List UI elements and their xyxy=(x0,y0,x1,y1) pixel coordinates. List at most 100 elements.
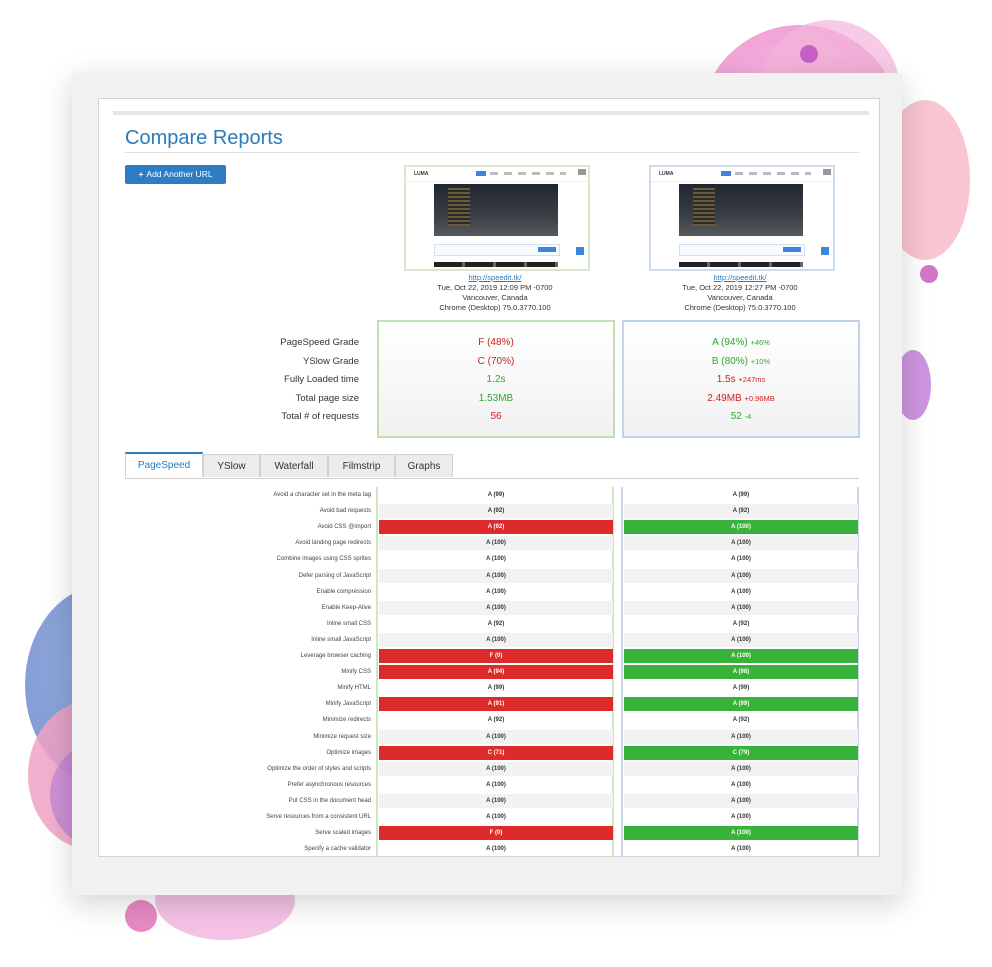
report-b-meta: http://speedit.tk/ Tue, Oct 22, 2019 12:… xyxy=(645,273,835,313)
report-b-thumbnail[interactable]: LUMA xyxy=(649,165,835,271)
rule-grade-b[interactable]: A (100) xyxy=(624,585,858,599)
report-a-url[interactable]: http://speedit.tk/ xyxy=(400,273,590,283)
rule-grade-b[interactable]: A (100) xyxy=(624,793,858,808)
rule-grade-b[interactable]: A (100) xyxy=(624,649,858,663)
table-row: Inline small CSS A (92) A (92) xyxy=(99,616,879,632)
rule-grade-b[interactable]: A (100) xyxy=(624,729,858,744)
rule-grade-b[interactable]: A (98) xyxy=(624,665,858,680)
rule-grade-a[interactable]: A (92) xyxy=(379,617,613,631)
rule-grade-b[interactable]: A (99) xyxy=(624,697,858,712)
summary-value: 1.53MB xyxy=(379,390,613,409)
rule-grade-a[interactable]: A (100) xyxy=(379,810,613,824)
report-a-date: Tue, Oct 22, 2019 12:09 PM -0700 xyxy=(437,283,553,292)
rule-grade-a[interactable]: A (100) xyxy=(379,793,613,808)
rule-grade-b[interactable]: A (100) xyxy=(624,632,858,647)
rule-grade-b[interactable]: A (99) xyxy=(624,681,858,695)
rule-name: Minimize redirects xyxy=(322,717,371,724)
rule-grade-a[interactable]: A (100) xyxy=(379,600,613,615)
table-row: Minify HTML A (99) A (99) xyxy=(99,680,879,696)
thumb-building xyxy=(448,188,470,226)
add-another-url-button[interactable]: + Add Another URL xyxy=(125,165,226,184)
rule-name: Inline small CSS xyxy=(326,620,371,627)
summary-label: YSlow Grade xyxy=(303,355,359,367)
tab-waterfall[interactable]: Waterfall xyxy=(260,454,328,477)
rule-grade-a[interactable]: A (100) xyxy=(379,632,613,647)
thumb-nav-active xyxy=(721,171,731,176)
rule-name: Combine images using CSS sprites xyxy=(276,556,371,563)
rule-grade-a[interactable]: A (92) xyxy=(379,520,613,535)
rule-grade-a[interactable]: C (71) xyxy=(379,745,613,760)
rule-grade-a[interactable]: F (0) xyxy=(379,649,613,663)
rule-grade-b[interactable]: A (100) xyxy=(624,842,858,856)
summary-box-a: F (48%) C (70%) 1.2s 1.53MB 56 xyxy=(377,320,615,438)
rule-grade-b[interactable]: A (100) xyxy=(624,552,858,566)
rule-name: Serve resources from a consistent URL xyxy=(266,814,371,820)
tab-pagespeed[interactable]: PageSpeed xyxy=(125,452,203,477)
table-row: Minify JavaScript A (91) A (99) xyxy=(99,696,879,712)
summary-value-text: 2.49MB xyxy=(707,392,742,404)
rule-grade-a[interactable]: A (100) xyxy=(379,778,613,792)
rule-name: Serve scaled images xyxy=(315,830,371,837)
rule-grade-a[interactable]: A (99) xyxy=(379,488,613,502)
rule-grade-a[interactable]: A (92) xyxy=(379,713,613,727)
rule-grade-a[interactable]: A (100) xyxy=(379,552,613,566)
rule-grade-b[interactable]: C (79) xyxy=(624,745,858,760)
thumb-corner-icon xyxy=(578,169,586,175)
rule-name: Optimize images xyxy=(326,749,371,756)
summary-delta: +46% xyxy=(750,338,770,347)
rule-grade-b[interactable]: A (100) xyxy=(624,826,858,841)
rule-name: Put CSS in the document head xyxy=(288,797,371,804)
rule-grade-b[interactable]: A (100) xyxy=(624,810,858,824)
rule-grade-b[interactable]: A (100) xyxy=(624,536,858,551)
page-title: Compare Reports xyxy=(125,127,283,149)
report-a-thumbnail[interactable]: LUMA xyxy=(404,165,590,271)
report-b-url[interactable]: http://speedit.tk/ xyxy=(645,273,835,283)
rule-grade-a[interactable]: A (99) xyxy=(379,681,613,695)
rule-grade-a[interactable]: F (0) xyxy=(379,826,613,841)
thumb-hero-image xyxy=(679,184,803,236)
rule-grade-a[interactable]: A (92) xyxy=(379,504,613,519)
thumb-cta-button xyxy=(538,247,556,252)
rule-grade-a[interactable]: A (100) xyxy=(379,568,613,583)
table-row: Serve scaled images F (0) A (100) xyxy=(99,825,879,841)
report-b-browser: Chrome (Desktop) 75.0.3770.100 xyxy=(684,303,796,312)
thumb-building xyxy=(693,188,715,226)
tab-filmstrip[interactable]: Filmstrip xyxy=(328,454,395,477)
rule-grade-b[interactable]: A (92) xyxy=(624,617,858,631)
rule-grade-a[interactable]: A (100) xyxy=(379,729,613,744)
rule-grade-b[interactable]: A (100) xyxy=(624,778,858,792)
report-b-location: Vancouver, Canada xyxy=(707,293,773,302)
tab-graphs[interactable]: Graphs xyxy=(395,454,453,477)
rule-grade-b[interactable]: A (100) xyxy=(624,568,858,583)
plus-icon: + xyxy=(138,169,144,179)
thumb-nav-links xyxy=(721,172,811,175)
rule-grade-a[interactable]: A (91) xyxy=(379,697,613,712)
table-row: Leverage browser caching F (0) A (100) xyxy=(99,648,879,664)
thumb-nav-links xyxy=(476,172,566,175)
rule-grade-b[interactable]: A (100) xyxy=(624,520,858,535)
rule-grade-a[interactable]: A (94) xyxy=(379,665,613,680)
table-row: Enable compression A (100) A (100) xyxy=(99,584,879,600)
rule-grade-b[interactable]: A (99) xyxy=(624,488,858,502)
summary-value: 1.2s xyxy=(379,371,613,390)
rule-grade-a[interactable]: A (100) xyxy=(379,536,613,551)
rule-name: Enable compression xyxy=(316,588,371,595)
rule-name: Minify JavaScript xyxy=(325,701,371,708)
thumb-cta xyxy=(679,244,805,256)
rule-grade-a[interactable]: A (100) xyxy=(379,585,613,599)
add-button-label: Add Another URL xyxy=(146,169,213,179)
table-row: Serve resources from a consistent URL A (… xyxy=(99,809,879,825)
table-row: Inline small JavaScript A (100) A (100) xyxy=(99,632,879,648)
summary-labels: PageSpeed Grade YSlow Grade Fully Loaded… xyxy=(239,334,359,427)
rule-grade-a[interactable]: A (100) xyxy=(379,761,613,776)
rule-grade-b[interactable]: A (92) xyxy=(624,713,858,727)
summary-value: A (94%) +46% xyxy=(624,334,858,353)
rule-grade-b[interactable]: A (100) xyxy=(624,761,858,776)
tab-yslow[interactable]: YSlow xyxy=(203,454,260,477)
rule-grade-b[interactable]: A (100) xyxy=(624,600,858,615)
summary-delta: +0.96MB xyxy=(744,393,775,403)
report-tabs: PageSpeed YSlow Waterfall Filmstrip Grap… xyxy=(125,452,859,479)
rule-grade-b[interactable]: A (92) xyxy=(624,504,858,519)
table-row: Put CSS in the document head A (100) A (10… xyxy=(99,793,879,809)
rule-grade-a[interactable]: A (100) xyxy=(379,842,613,856)
